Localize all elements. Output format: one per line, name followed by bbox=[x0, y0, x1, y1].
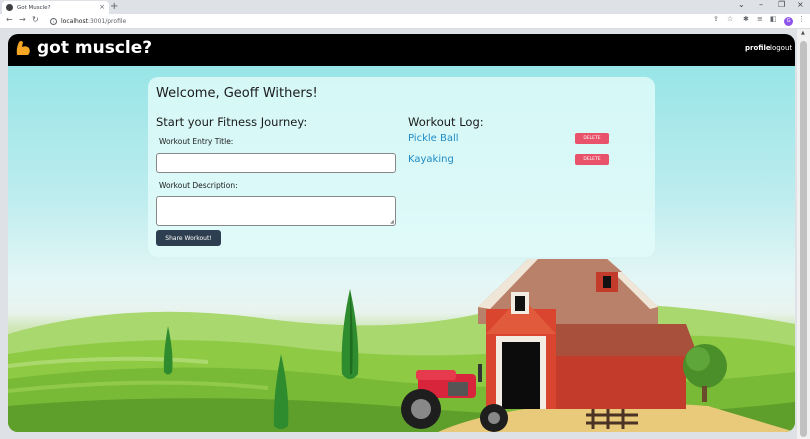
scrollbar-thumb[interactable] bbox=[800, 41, 807, 437]
workout-log-item-title[interactable]: Pickle Ball bbox=[408, 133, 459, 144]
scroll-up-arrow-icon[interactable]: ▲ bbox=[801, 31, 805, 36]
share-workout-button[interactable]: Share Workout! bbox=[156, 230, 221, 246]
workout-log-heading: Workout Log: bbox=[408, 115, 484, 129]
site-info-icon[interactable]: i bbox=[50, 17, 57, 25]
tab-title: Got Muscle? bbox=[17, 4, 51, 11]
browser-toolbar: ← → ↻ i localhost:3001/profile ⇪ ☆ ✱ ≡ ◧… bbox=[0, 14, 810, 29]
welcome-heading: Welcome, Geoff Withers! bbox=[156, 86, 318, 101]
delete-workout-button[interactable]: DELETE bbox=[575, 133, 609, 144]
tab-search-icon[interactable]: ⌄ bbox=[738, 1, 745, 9]
page-viewport: got muscle? profile logout Welcome, Geof… bbox=[8, 34, 795, 432]
extensions-puzzle-icon[interactable]: ✱ bbox=[743, 16, 749, 23]
reading-list-icon[interactable]: ≡ bbox=[757, 16, 763, 23]
minimize-button[interactable]: – bbox=[759, 1, 763, 9]
site-favicon-icon bbox=[6, 4, 13, 11]
workout-title-input[interactable] bbox=[156, 153, 396, 173]
app-navbar: got muscle? profile logout bbox=[8, 34, 795, 66]
textarea-resize-handle[interactable]: ◢ bbox=[390, 220, 394, 225]
nav-logout-link[interactable]: logout bbox=[770, 45, 792, 52]
back-arrow-icon[interactable]: ← bbox=[6, 16, 13, 24]
url-text: localhost:3001/profile bbox=[61, 18, 126, 25]
address-bar[interactable]: i localhost:3001/profile bbox=[50, 15, 715, 27]
page-scrollbar[interactable]: ▲ bbox=[797, 29, 810, 439]
form-heading: Start your Fitness Journey: bbox=[156, 115, 308, 129]
share-icon[interactable]: ⇪ bbox=[713, 16, 719, 23]
close-window-button[interactable]: × bbox=[797, 1, 804, 9]
maximize-button[interactable]: ❐ bbox=[778, 1, 785, 9]
browser-tab-strip: Got Muscle? × + ⌄ – ❐ × bbox=[0, 0, 810, 14]
url-host: localhost bbox=[61, 17, 88, 25]
app-logo-text[interactable]: got muscle? bbox=[37, 38, 152, 58]
workout-title-label: Workout Entry Title: bbox=[159, 137, 234, 146]
flexed-bicep-icon bbox=[16, 41, 30, 55]
new-tab-button[interactable]: + bbox=[110, 2, 118, 12]
browser-tab[interactable]: Got Muscle? × bbox=[2, 1, 109, 14]
workout-description-input[interactable] bbox=[156, 196, 396, 226]
side-panel-icon[interactable]: ◧ bbox=[770, 16, 777, 23]
forward-arrow-icon[interactable]: → bbox=[19, 16, 26, 24]
bookmark-star-icon[interactable]: ☆ bbox=[727, 16, 733, 23]
profile-avatar-icon[interactable]: G bbox=[784, 17, 793, 26]
tab-close-icon[interactable]: × bbox=[99, 4, 105, 11]
workout-log-item-title[interactable]: Kayaking bbox=[408, 154, 454, 165]
workout-description-label: Workout Description: bbox=[159, 181, 238, 190]
delete-workout-button[interactable]: DELETE bbox=[575, 154, 609, 165]
browser-menu-icon[interactable]: ⋮ bbox=[798, 16, 805, 23]
url-path: :3001/profile bbox=[87, 17, 127, 25]
profile-card: Welcome, Geoff Withers! Start your Fitne… bbox=[148, 77, 655, 257]
nav-profile-link[interactable]: profile bbox=[745, 45, 771, 52]
reload-icon[interactable]: ↻ bbox=[32, 16, 39, 24]
